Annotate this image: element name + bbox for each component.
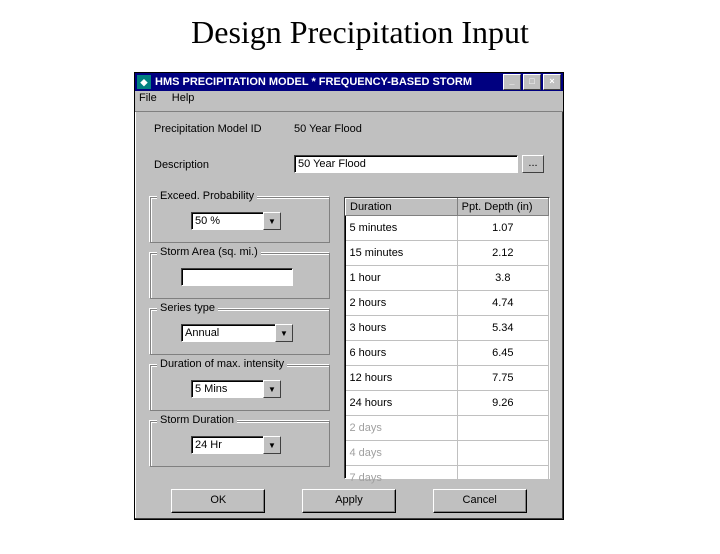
- max-intensity-select[interactable]: 5 Mins ▼: [191, 380, 281, 398]
- cell-depth[interactable]: [457, 466, 548, 491]
- close-button[interactable]: ×: [543, 74, 561, 90]
- window-title: HMS PRECIPITATION MODEL * FREQUENCY-BASE…: [155, 76, 501, 88]
- group-series-type: Series type Annual ▼: [150, 309, 330, 355]
- description-input[interactable]: 50 Year Flood: [294, 155, 518, 173]
- group-exceed-probability: Exceed. Probability 50 % ▼: [150, 197, 330, 243]
- label-model-id: Precipitation Model ID: [154, 123, 262, 135]
- group-max-intensity: Duration of max. intensity 5 Mins ▼: [150, 365, 330, 411]
- app-icon: ◆: [137, 75, 151, 89]
- max-intensity-value: 5 Mins: [191, 380, 263, 398]
- cell-duration[interactable]: 7 days: [346, 466, 458, 491]
- group-title-maxint: Duration of max. intensity: [157, 358, 287, 370]
- group-storm-area: Storm Area (sq. mi.): [150, 253, 330, 299]
- maximize-button[interactable]: □: [523, 74, 541, 90]
- cell-depth[interactable]: 5.34: [457, 316, 548, 341]
- description-browse-button[interactable]: ...: [522, 155, 544, 173]
- table-row[interactable]: 2 hours4.74: [346, 291, 549, 316]
- button-bar: OK Apply Cancel: [135, 489, 563, 513]
- cell-depth[interactable]: [457, 441, 548, 466]
- cell-depth[interactable]: 2.12: [457, 241, 548, 266]
- table-row[interactable]: 15 minutes2.12: [346, 241, 549, 266]
- duration-depth-table[interactable]: Duration Ppt. Depth (in) 5 minutes1.0715…: [344, 197, 550, 479]
- cell-duration[interactable]: 2 days: [346, 416, 458, 441]
- table-row[interactable]: 2 days: [346, 416, 549, 441]
- cell-duration[interactable]: 4 days: [346, 441, 458, 466]
- chevron-down-icon[interactable]: ▼: [263, 212, 281, 230]
- cell-duration[interactable]: 6 hours: [346, 341, 458, 366]
- cell-duration[interactable]: 24 hours: [346, 391, 458, 416]
- storm-duration-value: 24 Hr: [191, 436, 263, 454]
- menu-file[interactable]: File: [139, 92, 157, 104]
- table-header-row: Duration Ppt. Depth (in): [346, 199, 549, 216]
- group-title-area: Storm Area (sq. mi.): [157, 246, 261, 258]
- table-row[interactable]: 6 hours6.45: [346, 341, 549, 366]
- cell-depth[interactable]: 3.8: [457, 266, 548, 291]
- chevron-down-icon[interactable]: ▼: [263, 436, 281, 454]
- cell-duration[interactable]: 2 hours: [346, 291, 458, 316]
- cell-duration[interactable]: 1 hour: [346, 266, 458, 291]
- cell-depth[interactable]: 6.45: [457, 341, 548, 366]
- cell-depth[interactable]: 9.26: [457, 391, 548, 416]
- group-title-series: Series type: [157, 302, 218, 314]
- menu-help[interactable]: Help: [172, 92, 195, 104]
- cancel-button[interactable]: Cancel: [433, 489, 527, 513]
- table-row[interactable]: 5 minutes1.07: [346, 216, 549, 241]
- cell-duration[interactable]: 12 hours: [346, 366, 458, 391]
- cell-depth[interactable]: 7.75: [457, 366, 548, 391]
- cell-duration[interactable]: 3 hours: [346, 316, 458, 341]
- table-row[interactable]: 1 hour3.8: [346, 266, 549, 291]
- exceed-probability-value: 50 %: [191, 212, 263, 230]
- cell-duration[interactable]: 15 minutes: [346, 241, 458, 266]
- dialog-window: ◆ HMS PRECIPITATION MODEL * FREQUENCY-BA…: [134, 72, 564, 520]
- table-row[interactable]: 7 days: [346, 466, 549, 491]
- titlebar[interactable]: ◆ HMS PRECIPITATION MODEL * FREQUENCY-BA…: [135, 73, 563, 91]
- minimize-button[interactable]: _: [503, 74, 521, 90]
- group-storm-duration: Storm Duration 24 Hr ▼: [150, 421, 330, 467]
- cell-depth[interactable]: 1.07: [457, 216, 548, 241]
- chevron-down-icon[interactable]: ▼: [275, 324, 293, 342]
- ok-button[interactable]: OK: [171, 489, 265, 513]
- series-type-select[interactable]: Annual ▼: [181, 324, 293, 342]
- table-row[interactable]: 24 hours9.26: [346, 391, 549, 416]
- cell-duration[interactable]: 5 minutes: [346, 216, 458, 241]
- cell-depth[interactable]: [457, 416, 548, 441]
- col-duration: Duration: [346, 199, 458, 216]
- exceed-probability-select[interactable]: 50 % ▼: [191, 212, 281, 230]
- value-model-id: 50 Year Flood: [294, 123, 362, 135]
- group-title-exceed: Exceed. Probability: [157, 190, 257, 202]
- client-area: Precipitation Model ID 50 Year Flood Des…: [138, 111, 560, 485]
- menubar: File Help: [135, 91, 563, 112]
- apply-button[interactable]: Apply: [302, 489, 396, 513]
- cell-depth[interactable]: 4.74: [457, 291, 548, 316]
- table-row[interactable]: 12 hours7.75: [346, 366, 549, 391]
- label-description: Description: [154, 159, 209, 171]
- chevron-down-icon[interactable]: ▼: [263, 380, 281, 398]
- table-row[interactable]: 4 days: [346, 441, 549, 466]
- storm-area-input[interactable]: [181, 268, 293, 286]
- col-depth: Ppt. Depth (in): [457, 199, 548, 216]
- storm-duration-select[interactable]: 24 Hr ▼: [191, 436, 281, 454]
- page-title: Design Precipitation Input: [0, 14, 720, 51]
- group-title-duration: Storm Duration: [157, 414, 237, 426]
- table-row[interactable]: 3 hours5.34: [346, 316, 549, 341]
- series-type-value: Annual: [181, 324, 275, 342]
